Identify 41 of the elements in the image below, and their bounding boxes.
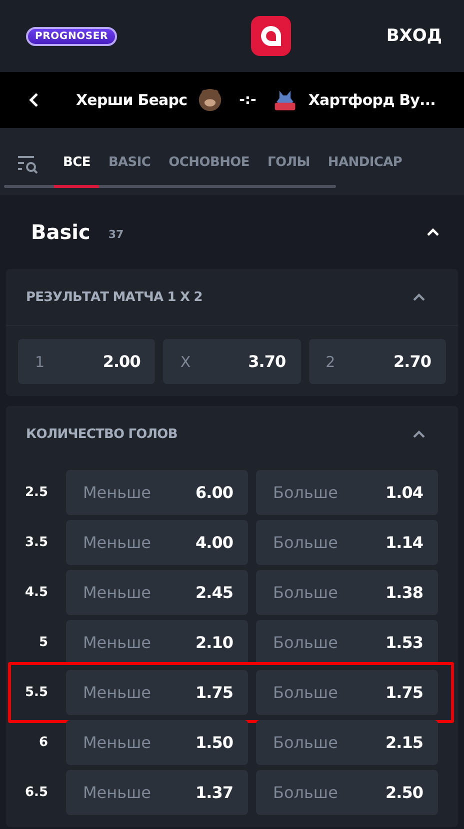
back-icon[interactable] xyxy=(28,92,40,108)
odds-button[interactable]: Меньше 1.75 xyxy=(66,670,248,715)
odds-button[interactable]: Больше 1.04 xyxy=(256,470,438,515)
category-tab[interactable]: HANDICAP xyxy=(318,140,412,188)
total-line: 2.5 xyxy=(24,485,49,500)
odds-button[interactable]: Больше 1.75 xyxy=(256,670,438,715)
odds-button[interactable]: X 3.70 xyxy=(163,339,301,384)
total-line: 5 xyxy=(38,635,49,650)
bear-crest-icon xyxy=(197,87,224,113)
home-team: Херши Беарс xyxy=(76,91,188,109)
odds-button[interactable]: 1 2.00 xyxy=(18,339,156,384)
odds-button[interactable]: Меньше 2.10 xyxy=(66,620,248,665)
category-tab[interactable]: ОСНОВНОЕ xyxy=(160,140,258,188)
filter-search-icon[interactable] xyxy=(16,154,40,174)
odds-button[interactable]: Больше 1.14 xyxy=(256,520,438,565)
category-tab[interactable]: ГОЛЫ xyxy=(258,140,319,188)
total-line: 4.5 xyxy=(24,585,49,600)
odds-button[interactable]: Меньше 6.00 xyxy=(66,470,248,515)
away-team: Хартфорд Ву... xyxy=(308,91,436,109)
app-logo-icon[interactable] xyxy=(250,16,291,56)
market-title: РЕЗУЛЬТАТ МАТЧА 1 X 2 xyxy=(26,290,202,304)
section-title: Basic xyxy=(31,220,90,244)
odds-button[interactable]: Больше 2.15 xyxy=(256,720,438,765)
match-score: -:- xyxy=(239,92,256,108)
market-count: 37 xyxy=(108,228,124,240)
odds-button[interactable]: Больше 1.53 xyxy=(256,620,438,665)
odds-button[interactable]: 2 2.70 xyxy=(308,339,446,384)
total-line: 6.5 xyxy=(24,785,49,800)
odds-button[interactable]: Меньше 4.00 xyxy=(66,520,248,565)
login-button[interactable]: ВХОД xyxy=(386,26,442,46)
total-line: 6 xyxy=(38,735,49,750)
odds-button[interactable]: Больше 1.38 xyxy=(256,570,438,615)
total-line: 3.5 xyxy=(24,535,49,550)
odds-button[interactable]: Меньше 2.45 xyxy=(66,570,248,615)
odds-button[interactable]: Меньше 1.37 xyxy=(66,770,248,815)
category-tab[interactable]: BASIC xyxy=(99,140,160,188)
total-line: 5.5 xyxy=(24,685,49,700)
odds-button[interactable]: Больше 2.50 xyxy=(256,770,438,815)
odds-button[interactable]: Меньше 1.50 xyxy=(66,720,248,765)
market-title: КОЛИЧЕСТВО ГОЛОВ xyxy=(26,426,178,442)
brand-badge[interactable]: PROGNOSER xyxy=(26,26,118,46)
